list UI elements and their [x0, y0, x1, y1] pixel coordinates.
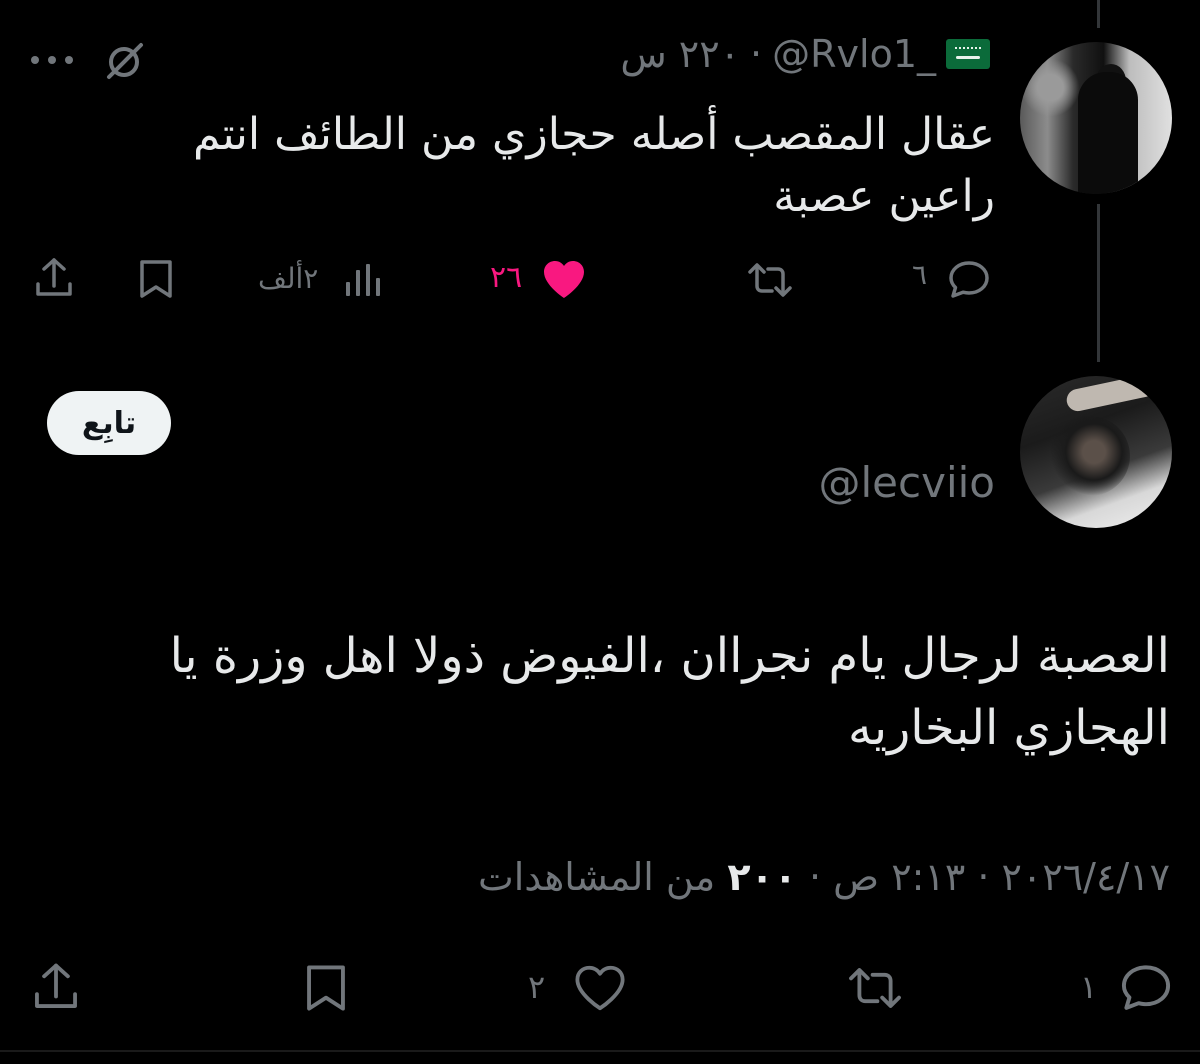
thread-line-top [1097, 0, 1100, 28]
views-label: من المشاهدات [477, 855, 716, 899]
reply-icon[interactable] [1116, 960, 1176, 1014]
reply-count: ٦ [912, 258, 928, 291]
reply-tweet-line-2: راعين عصبة [773, 171, 995, 222]
main-tweet-line-1: العصبة لرجال يام نجراان ،الفيوض ذولا اهل… [169, 628, 1170, 684]
reply-count: ١ [1080, 968, 1098, 1006]
follow-button[interactable]: تابِع [47, 391, 171, 455]
bookmark-icon[interactable] [300, 960, 352, 1016]
retweet-icon[interactable] [744, 258, 796, 302]
divider [0, 1050, 1200, 1052]
saudi-flag-icon [946, 39, 990, 69]
tweet-time[interactable]: ٢:١٣ ص [833, 855, 965, 899]
retweet-icon[interactable] [844, 962, 906, 1014]
tweet-date[interactable]: ٢٠٢٦/٤/١٧ [1002, 855, 1170, 899]
tweet-metadata: ٢٠٢٦/٤/١٧ · ٢:١٣ ص · ٢٠٠ من المشاهدات [478, 855, 1170, 899]
user-handle[interactable]: @lecviio [819, 458, 996, 507]
time-label[interactable]: ٢٢٠ س [620, 32, 740, 76]
share-icon[interactable] [30, 254, 78, 302]
reply-tweet-line-1: عقال المقصب أصله حجازي من الطائف انتم [193, 109, 995, 160]
dot-separator: · [796, 855, 822, 899]
dot-separator: · [750, 32, 763, 76]
heart-icon[interactable] [570, 962, 630, 1014]
avatar-lecviio[interactable] [1020, 376, 1172, 528]
main-tweet-text: العصبة لرجال يام نجراان ،الفيوض ذولا اهل… [30, 620, 1170, 764]
dot-separator: · [965, 855, 990, 899]
thread-line-middle [1097, 204, 1100, 362]
like-count: ٢ [528, 968, 546, 1006]
grok-icon[interactable] [100, 40, 148, 84]
user-handle[interactable]: @Rvlo1_ [772, 32, 936, 76]
views-total: ٢٠٠ [727, 855, 797, 899]
share-icon[interactable] [28, 958, 84, 1016]
tweet-header: ٢٢٠ س · @Rvlo1_ [620, 32, 990, 76]
more-icon[interactable] [28, 48, 76, 72]
main-tweet-line-2: الهجازي البخاريه [847, 700, 1170, 756]
like-count: ٢٦ [490, 260, 523, 295]
reply-icon[interactable] [944, 257, 994, 301]
views-count: ٢ألف [258, 262, 319, 295]
views-icon[interactable] [340, 258, 384, 302]
avatar-rvlo1[interactable] [1020, 42, 1172, 194]
heart-icon[interactable] [538, 256, 590, 302]
reply-tweet-text: عقال المقصب أصله حجازي من الطائف انتم را… [95, 104, 995, 228]
bookmark-icon[interactable] [134, 256, 178, 302]
